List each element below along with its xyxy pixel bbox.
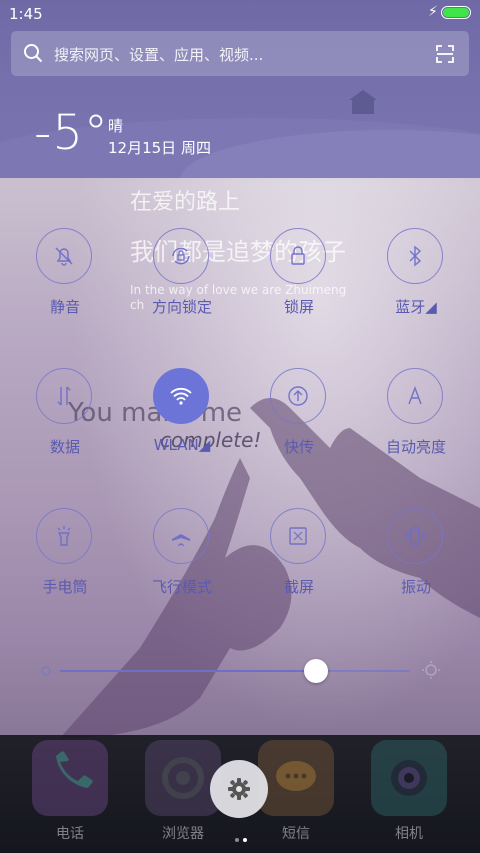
toggle-flashlight-label: 手电筒 (42, 578, 88, 596)
page-dot (243, 838, 247, 842)
toggle-data[interactable]: 数据 (10, 368, 120, 468)
wifi-icon (170, 387, 192, 405)
bluetooth-icon (409, 245, 422, 267)
toggle-bluetooth[interactable]: 蓝牙◢ (361, 228, 471, 328)
house-decoration (349, 90, 377, 114)
toggle-data-button[interactable] (36, 368, 92, 424)
toggle-wlan[interactable]: WLAN◢ (127, 368, 237, 468)
brightness-fill (60, 670, 316, 672)
toggle-bluetooth-label: 蓝牙◢ (395, 298, 437, 316)
toggle-airplane-button[interactable] (153, 508, 209, 564)
toggle-airplane-label: 飞行模式 (151, 578, 212, 596)
dock-app-3[interactable]: 相机 (369, 737, 449, 847)
notification-header: 1:45 ⚡ 搜索网页、设置、应用、视频... -5° 晴 12月15日 周四 (0, 0, 480, 178)
auto-brightness-toggle-icon[interactable] (421, 660, 441, 680)
search-icon (24, 44, 43, 63)
search-placeholder: 搜索网页、设置、应用、视频... (54, 46, 264, 64)
flashlight-icon (57, 526, 71, 546)
toggle-quick-transfer-button[interactable] (270, 368, 326, 424)
search-bar[interactable]: 搜索网页、设置、应用、视频... (11, 31, 469, 76)
toggle-rotation-lock[interactable]: 方向锁定 (127, 228, 237, 328)
toggle-auto-brightness-label: 自动亮度 (385, 438, 446, 456)
wallpaper-lyric-1: 在爱的路上 (130, 190, 241, 215)
brightness-thumb[interactable] (303, 659, 328, 683)
toggle-mute-label: 静音 (49, 298, 80, 316)
weather-condition: 晴 (108, 117, 124, 135)
camera-icon (371, 740, 447, 816)
toggle-lock-screen-label: 锁屏 (283, 298, 314, 316)
temperature: -5° (34, 105, 109, 161)
toggle-flashlight[interactable]: 手电筒 (10, 508, 120, 608)
settings-button[interactable] (210, 760, 268, 818)
dock-app-label: 电话 (56, 826, 84, 842)
toggle-auto-brightness-button[interactable] (387, 368, 443, 424)
toggle-mute[interactable]: 静音 (10, 228, 120, 328)
page-indicator (233, 827, 253, 842)
toggle-vibrate[interactable]: 振动 (361, 508, 471, 608)
toggle-rotation-lock-label: 方向锁定 (151, 298, 212, 316)
phone-icon (32, 740, 108, 816)
toggle-vibrate-button[interactable] (387, 508, 443, 564)
toggle-quick-transfer-label: 快传 (283, 438, 314, 456)
toggle-screenshot[interactable]: 截屏 (244, 508, 354, 608)
message-icon (258, 740, 334, 816)
dock-app-0[interactable]: 电话 (30, 737, 110, 847)
screenshot-icon (289, 527, 307, 545)
toggle-auto-brightness[interactable]: 自动亮度 (361, 368, 471, 468)
toggle-rotation-lock-button[interactable] (153, 228, 209, 284)
browser-icon (145, 740, 221, 816)
brightness-slider[interactable] (60, 659, 410, 683)
bell-off-icon (55, 247, 73, 266)
weather-date: 12月15日 周四 (108, 139, 211, 157)
toggle-screenshot-label: 截屏 (283, 578, 314, 596)
status-bar: 1:45 ⚡ (0, 0, 480, 28)
toggle-flashlight-button[interactable] (36, 508, 92, 564)
dock-app-label: 短信 (282, 826, 310, 842)
battery-icon (441, 6, 471, 19)
toggle-quick-transfer[interactable]: 快传 (244, 368, 354, 468)
toggle-bluetooth-button[interactable] (387, 228, 443, 284)
page-dot (235, 838, 239, 842)
brightness-low-icon (41, 666, 51, 676)
dock-app-2[interactable]: 短信 (256, 737, 336, 847)
toggle-screenshot-button[interactable] (270, 508, 326, 564)
bolt-icon: ⚡ (428, 4, 438, 20)
scan-icon[interactable] (435, 44, 455, 64)
auto-brightness-icon (408, 386, 422, 405)
airplane-icon (172, 526, 190, 546)
toggle-data-label: 数据 (49, 438, 80, 456)
data-arrows-icon (57, 386, 71, 406)
rotation-lock-icon (172, 247, 190, 265)
lock-icon (291, 246, 305, 265)
dock-app-label: 相机 (395, 826, 423, 842)
toggle-mute-button[interactable] (36, 228, 92, 284)
toggle-vibrate-label: 振动 (400, 578, 431, 596)
toggle-airplane[interactable]: 飞行模式 (127, 508, 237, 608)
toggle-lock-screen-button[interactable] (270, 228, 326, 284)
clock: 1:45 (9, 5, 43, 23)
toggle-wlan-label: WLAN◢ (153, 436, 211, 454)
vibrate-icon (405, 527, 425, 545)
toggle-lock-screen[interactable]: 锁屏 (244, 228, 354, 328)
dock-app-label: 浏览器 (162, 826, 204, 842)
toggle-wlan-button[interactable] (153, 368, 209, 424)
upload-circle-icon (288, 386, 308, 406)
gear-icon (228, 778, 250, 800)
